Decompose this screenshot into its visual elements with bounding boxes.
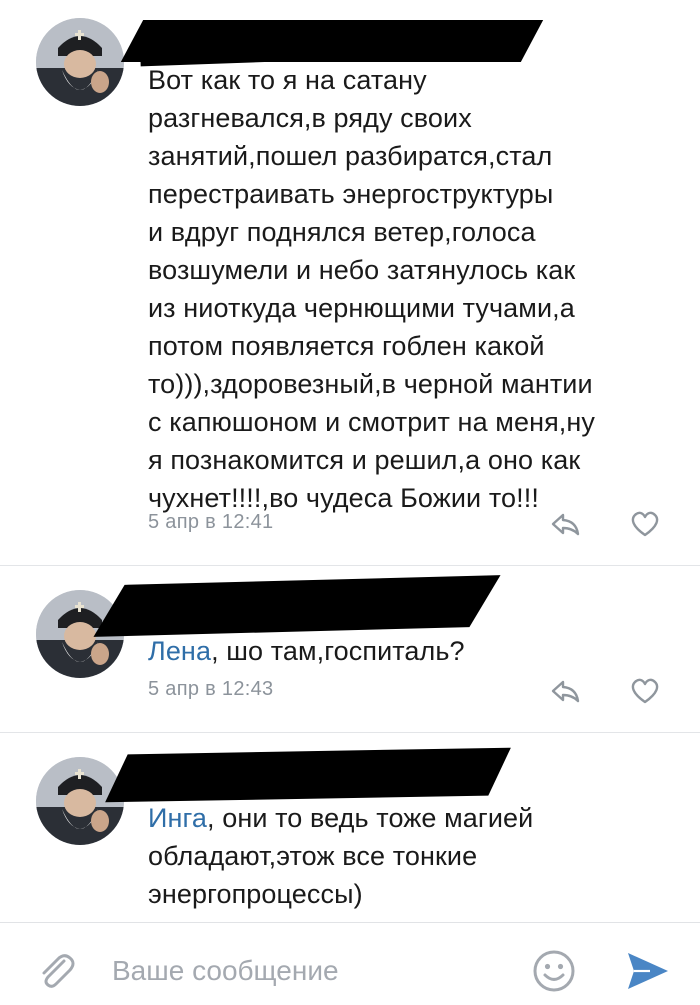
comment-line: энергопроцессы) — [148, 879, 363, 909]
comment-1: Вот как то я на сатану разгневался,в ряд… — [0, 0, 700, 565]
comment-line: я познакомится и решил,а оно как — [148, 445, 581, 475]
comment-timestamp: 5 апр в 12:43 — [148, 678, 274, 700]
message-composer: Ваше сообщение — [0, 922, 700, 1005]
comment-line: разгневался,в ряду своих — [148, 103, 472, 133]
heart-icon[interactable] — [628, 509, 662, 539]
heart-icon[interactable] — [628, 676, 662, 706]
comment-timestamp: 5 апр в 12:41 — [148, 511, 274, 533]
comment-line: возшумели и небо затянулось как — [148, 255, 576, 285]
comment-line: перестраивать энергоструктуры — [148, 179, 554, 209]
comment-line: обладают,этож все тонкие — [148, 841, 478, 871]
comment-line: , шо там,госпиталь? — [211, 636, 465, 666]
comment-line: , они то ведь тоже магией — [207, 803, 534, 833]
comment-text: Инга, они то ведь тоже магией обладают,э… — [148, 799, 678, 913]
comment-line: с капюшоном и смотрит на меня,ну — [148, 407, 596, 437]
comment-text: Лена, шо там,госпиталь? — [148, 632, 678, 670]
mention-link[interactable]: Лена — [148, 636, 211, 666]
comment-3: Инга, они то ведь тоже магией обладают,э… — [0, 733, 700, 923]
author-avatar[interactable] — [36, 18, 124, 106]
redacted-author-name — [105, 747, 511, 803]
smile-icon[interactable] — [530, 947, 578, 995]
redacted-author-name — [93, 575, 501, 637]
reply-arrow-icon[interactable] — [548, 509, 582, 539]
mention-link[interactable]: Инга — [148, 803, 207, 833]
reply-arrow-icon[interactable] — [548, 676, 582, 706]
comment-line: из ниоткуда чернющими тучами,а — [148, 293, 575, 323]
paperclip-icon[interactable] — [34, 949, 78, 993]
message-input[interactable]: Ваше сообщение — [112, 955, 339, 987]
comment-2: Лена, шо там,госпиталь? 5 апр в 12:43 — [0, 566, 700, 732]
comment-line: Вот как то я на сатану — [148, 65, 427, 95]
comment-line: и вдруг поднялся ветер,голоса — [148, 217, 536, 247]
comments-screen: Вот как то я на сатану разгневался,в ряд… — [0, 0, 700, 1005]
comment-line: то))),здоровезный,в черной мантии — [148, 369, 593, 399]
comment-text: Вот как то я на сатану разгневался,в ряд… — [148, 61, 678, 517]
comment-line: потом появляется гоблен какой — [148, 331, 545, 361]
comment-line: занятий,пошел разбиратся,стал — [148, 141, 553, 171]
send-icon[interactable] — [624, 949, 672, 993]
